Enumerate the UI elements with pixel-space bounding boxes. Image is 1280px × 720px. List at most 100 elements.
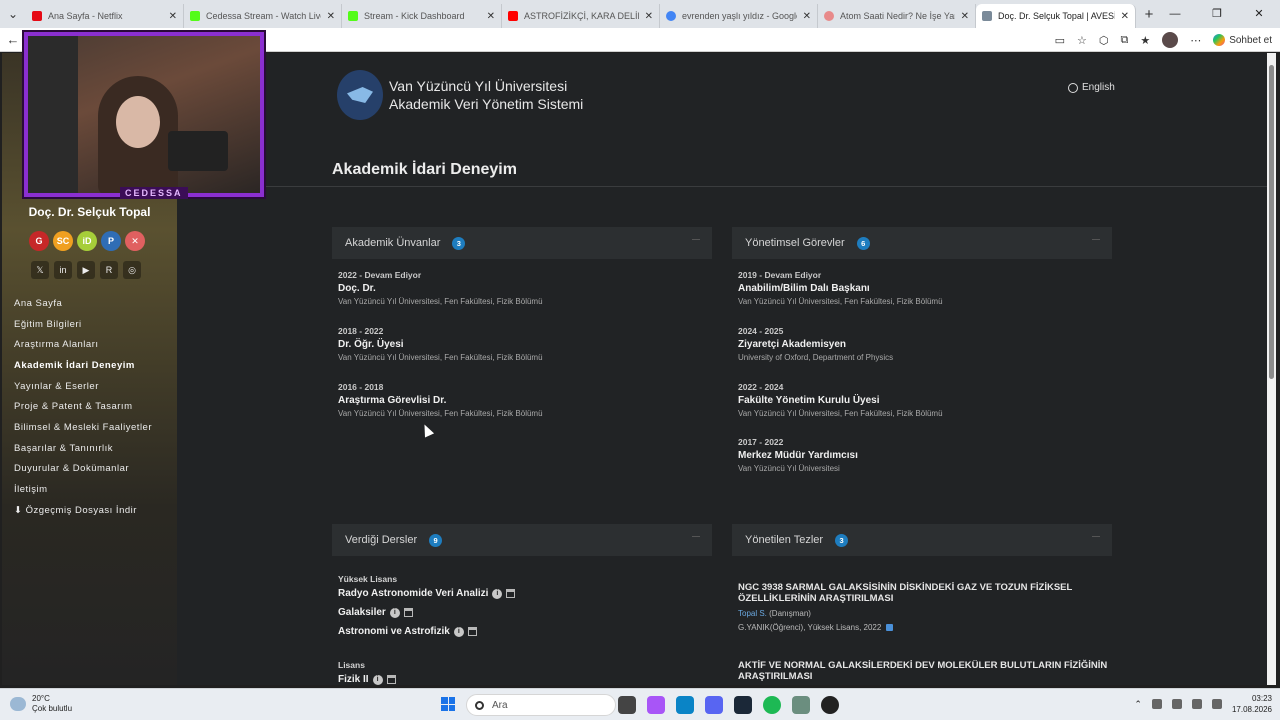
sidebar-item-cv-download[interactable]: ⬇ Özgeçmiş Dosyası İndir [14, 500, 152, 521]
collapse-icon[interactable] [1092, 239, 1100, 240]
panel-header-academic-titles[interactable]: Akademik Ünvanlar 3 [332, 227, 712, 259]
favorite-star-icon[interactable]: ☆ [1077, 34, 1087, 47]
discord-icon[interactable] [705, 696, 723, 714]
info-icon[interactable]: i [389, 607, 400, 618]
tab-google[interactable]: evrenden yaşlı yıldız - Google'da A ✕ [660, 4, 818, 28]
wifi-icon[interactable] [1191, 699, 1202, 709]
info-icon[interactable]: i [372, 674, 383, 685]
chevron-up-icon[interactable]: ⌃ [1134, 699, 1142, 710]
advisor-link[interactable]: Topal S. [738, 609, 767, 618]
close-tab-icon[interactable]: ✕ [803, 11, 811, 22]
tab-youtube[interactable]: ASTROFİZİKÇİ, KARA DELİK VE SO ✕ [502, 4, 660, 28]
close-tab-icon[interactable]: ✕ [961, 11, 969, 22]
tab-avesis-active[interactable]: Doç. Dr. Selçuk Topal | AVESİS ✕ [976, 4, 1136, 28]
profile-avatar[interactable] [1162, 32, 1179, 48]
university-title[interactable]: Van Yüzüncü Yıl Üniversitesi Akademik Ve… [389, 77, 583, 113]
sidebar-item-publications[interactable]: Yayınlar & Eserler [14, 376, 152, 397]
microphone-icon[interactable] [1171, 699, 1182, 709]
volume-icon[interactable] [1211, 699, 1222, 709]
course-item: Fizik II i [338, 674, 396, 685]
tab-netflix[interactable]: Ana Sayfa - Netflix ✕ [26, 4, 184, 28]
panel-header-supervised-theses[interactable]: Yönetilen Tezler 3 [732, 524, 1112, 556]
reading-view-icon[interactable]: ▭ [1055, 34, 1065, 47]
calendar-icon[interactable] [386, 675, 396, 684]
close-window-icon[interactable]: ✕ [1238, 0, 1280, 28]
taskbar-search[interactable]: Ara [466, 694, 616, 716]
extensions-icon[interactable]: ⬡ [1099, 34, 1109, 47]
tab-atom-saati[interactable]: Atom Saati Nedir? Ne İşe Yarar? N ✕ [818, 4, 976, 28]
tab-kick-stream[interactable]: Cedessa Stream - Watch Live on K ✕ [184, 4, 342, 28]
file-explorer-icon[interactable] [618, 696, 636, 714]
sidebar-item-announcements[interactable]: Duyurular & Dokümanlar [14, 459, 152, 480]
sidebar-item-home[interactable]: Ana Sayfa [14, 293, 152, 314]
search-icon [475, 700, 484, 710]
windows-start-icon[interactable] [441, 697, 455, 711]
x-twitter-icon[interactable]: 𝕏 [31, 261, 49, 279]
minimize-icon[interactable]: — [1154, 0, 1196, 28]
network-icon[interactable] [1151, 699, 1162, 709]
close-tab-icon[interactable]: ✕ [169, 11, 177, 22]
sidebar-item-projects[interactable]: Proje & Patent & Tasarım [14, 396, 152, 417]
split-screen-icon[interactable]: ⧉ [1120, 34, 1128, 47]
collapse-icon[interactable] [1092, 536, 1100, 537]
youtube-icon[interactable]: ▶ [77, 261, 95, 279]
spotify-icon[interactable] [763, 696, 781, 714]
researchgate-icon[interactable]: R [100, 261, 118, 279]
instagram-icon[interactable]: ◎ [123, 261, 141, 279]
university-logo[interactable] [337, 70, 383, 120]
student-info: G.YANIK(Öğrenci), Yüksek Lisans, 2022 [738, 623, 882, 632]
back-arrow-icon[interactable]: ← [0, 32, 26, 47]
scrollbar-thumb[interactable] [1269, 65, 1274, 379]
close-tab-icon[interactable]: ✕ [1121, 11, 1129, 22]
cloud-icon [10, 697, 26, 711]
info-icon[interactable]: i [492, 588, 503, 599]
publons-icon[interactable]: P [101, 231, 121, 251]
restore-icon[interactable]: ❐ [1196, 0, 1238, 28]
app-icon[interactable] [792, 696, 810, 714]
google-scholar-icon[interactable]: G [29, 231, 49, 251]
sidebar-item-contact[interactable]: İletişim [14, 479, 152, 500]
list-item: 2017 - 2022 Merkez Müdür Yardımcısı Van … [738, 437, 858, 473]
weather-widget[interactable]: 20°C Çok bulutlu [10, 694, 72, 714]
calendar-icon[interactable] [467, 627, 477, 636]
close-tab-icon[interactable]: ✕ [645, 11, 653, 22]
close-tab-icon[interactable]: ✕ [487, 11, 495, 22]
panel-header-admin-duties[interactable]: Yönetimsel Görevler 6 [732, 227, 1112, 259]
calendar-icon[interactable] [506, 589, 516, 598]
more-menu-icon[interactable]: ⋯ [1190, 34, 1201, 47]
kick-icon [190, 11, 200, 21]
linkedin-icon[interactable]: in [54, 261, 72, 279]
sidebar-item-admin-experience[interactable]: Akademik İdari Deneyim [14, 355, 152, 376]
time: 03:23 [1251, 694, 1272, 703]
date: 17.08.2026 [1231, 705, 1272, 714]
steam-icon[interactable] [734, 696, 752, 714]
tab-actions-menu-icon[interactable]: ⌄ [0, 0, 26, 28]
sidebar-item-activities[interactable]: Bilimsel & Mesleki Faaliyetler [14, 417, 152, 438]
copilot-app-icon[interactable] [647, 696, 665, 714]
info-icon[interactable]: i [453, 626, 464, 637]
entry-title: Anabilim/Bilim Dalı Başkanı [738, 283, 870, 294]
thesis-item: AKTİF VE NORMAL GALAKSİLERDEKİ DEV MOLEK… [738, 660, 1118, 682]
panel-header-courses[interactable]: Verdiği Dersler 9 [332, 524, 712, 556]
tab-kick-dashboard[interactable]: Stream - Kick Dashboard ✕ [342, 4, 502, 28]
language-switch[interactable]: English [1068, 82, 1115, 93]
obs-icon[interactable] [821, 696, 839, 714]
sidebar-item-research-areas[interactable]: Araştırma Alanları [14, 334, 152, 355]
researcherid-icon[interactable]: ✕ [125, 231, 145, 251]
sidebar-item-education[interactable]: Eğitim Bilgileri [14, 314, 152, 335]
favorites-icon[interactable]: ★ [1140, 34, 1150, 47]
kick-icon [348, 11, 358, 21]
clock[interactable]: 03:23 17.08.2026 [1232, 693, 1272, 715]
document-icon[interactable] [886, 624, 894, 631]
close-tab-icon[interactable]: ✕ [327, 11, 335, 22]
calendar-icon[interactable] [403, 608, 413, 617]
collapse-icon[interactable] [692, 536, 700, 537]
edge-icon[interactable] [676, 696, 694, 714]
orcid-icon[interactable]: iD [77, 231, 97, 251]
entry-title: Ziyaretçi Akademisyen [738, 339, 847, 350]
sidebar-item-achievements[interactable]: Başarılar & Tanınırlık [14, 438, 152, 459]
collapse-icon[interactable] [692, 239, 700, 240]
scopus-icon[interactable]: SC [53, 231, 73, 251]
page-scrollbar[interactable] [1267, 53, 1276, 685]
copilot-button[interactable]: Sohbet et [1213, 34, 1272, 46]
